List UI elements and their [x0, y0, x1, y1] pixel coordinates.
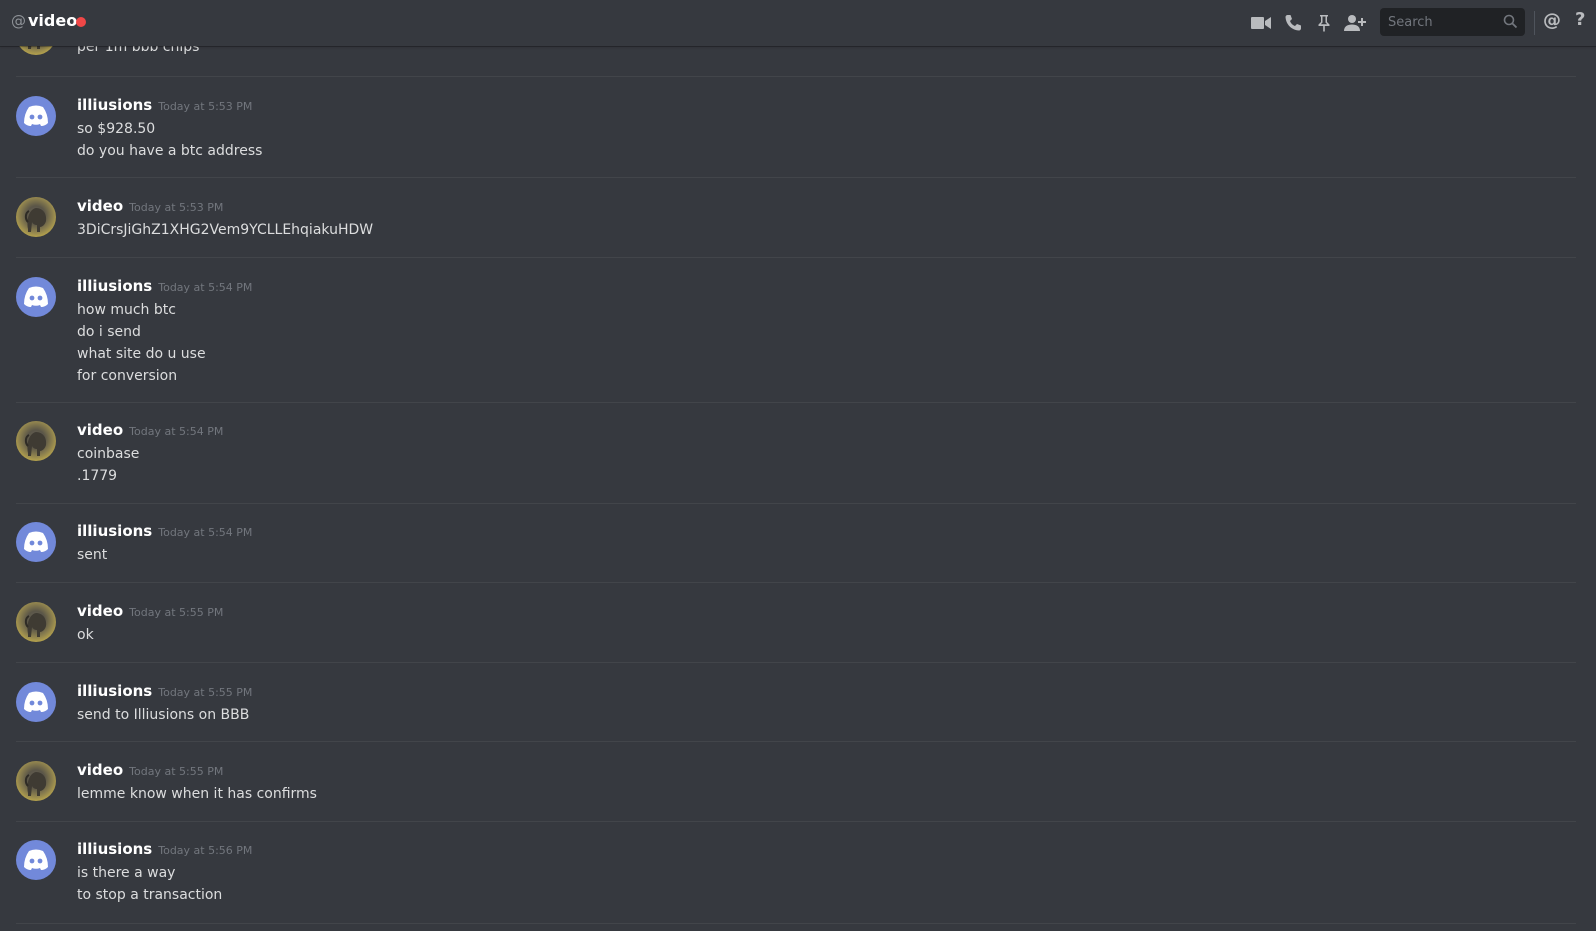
message-group: illiusions Today at 5:54 PM how much btc …: [16, 277, 1576, 403]
help-icon[interactable]: ?: [1575, 9, 1585, 30]
message-timestamp: Today at 5:54 PM: [158, 281, 253, 294]
elephant-avatar[interactable]: [16, 602, 56, 642]
message-line: is there a way: [77, 865, 176, 881]
message-line: what site do u use: [77, 346, 206, 362]
message-group: video Today at 5:53 PM 3DiCrsJiGhZ1XHG2Ve…: [16, 197, 1576, 258]
discord-default-avatar[interactable]: [16, 96, 56, 136]
message-author[interactable]: illiusions Today at 5:56 PM: [77, 840, 252, 858]
header-divider: [1534, 11, 1535, 35]
author-name[interactable]: video: [77, 197, 123, 215]
message-group: video Today at 5:55 PM lemme know when it…: [16, 761, 1576, 822]
message-group: illiusions Today at 5:56 PM is there a wa…: [16, 840, 1576, 924]
message-timestamp: Today at 5:53 PM: [158, 100, 253, 113]
message-group: video Today at 5:54 PM coinbase .1779: [16, 421, 1576, 504]
message-line: send to Illiusions on BBB: [77, 707, 250, 723]
message-line: 3DiCrsJiGhZ1XHG2Vem9YCLLEhqiakuHDW: [77, 222, 374, 238]
message-timestamp: Today at 5:55 PM: [129, 765, 224, 778]
discord-default-avatar[interactable]: [16, 840, 56, 880]
search-icon[interactable]: [1503, 14, 1518, 33]
video-call-icon[interactable]: [1248, 10, 1274, 36]
message-timestamp: Today at 5:54 PM: [158, 526, 253, 539]
message-group: illiusions Today at 5:53 PM so $928.50 do…: [16, 96, 1576, 178]
message-author[interactable]: illiusions Today at 5:54 PM: [77, 522, 252, 540]
author-name[interactable]: illiusions: [77, 277, 152, 295]
add-friend-icon[interactable]: [1342, 10, 1368, 36]
pin-icon[interactable]: [1311, 10, 1337, 36]
message-timestamp: Today at 5:55 PM: [129, 606, 224, 619]
message-author[interactable]: illiusions Today at 5:55 PM: [77, 682, 252, 700]
author-name[interactable]: video: [77, 602, 123, 620]
author-name[interactable]: illiusions: [77, 522, 152, 540]
elephant-avatar[interactable]: [16, 197, 56, 237]
message-line: so $928.50: [77, 121, 156, 137]
message-author[interactable]: video Today at 5:55 PM: [77, 761, 223, 779]
message-line: do i send: [77, 324, 141, 340]
message-group: illiusions Today at 5:54 PM sent: [16, 522, 1576, 583]
message-line: do you have a btc address: [77, 143, 263, 159]
author-name[interactable]: video: [77, 761, 123, 779]
author-name[interactable]: illiusions: [77, 96, 152, 114]
channel-title[interactable]: video: [28, 11, 77, 30]
message-author[interactable]: video Today at 5:55 PM: [77, 602, 223, 620]
message-list: per 1m bbb chips illiusions Today at 5:53…: [0, 0, 1596, 931]
author-name[interactable]: illiusions: [77, 840, 152, 858]
message-timestamp: Today at 5:55 PM: [158, 686, 253, 699]
discord-default-avatar[interactable]: [16, 277, 56, 317]
search-box[interactable]: [1380, 8, 1525, 36]
mentions-icon[interactable]: @: [1543, 10, 1561, 31]
message-timestamp: Today at 5:54 PM: [129, 425, 224, 438]
message-line: coinbase: [77, 446, 140, 462]
message-author[interactable]: illiusions Today at 5:54 PM: [77, 277, 252, 295]
message-author[interactable]: illiusions Today at 5:53 PM: [77, 96, 252, 114]
message-group: illiusions Today at 5:55 PM send to Illiu…: [16, 682, 1576, 742]
elephant-avatar[interactable]: [16, 421, 56, 461]
message-line: lemme know when it has confirms: [77, 786, 317, 802]
message-line: sent: [77, 547, 108, 563]
message-line: how much btc: [77, 302, 176, 318]
message-timestamp: Today at 5:53 PM: [129, 201, 224, 214]
dm-at-icon: @: [11, 12, 26, 30]
message-timestamp: Today at 5:56 PM: [158, 844, 253, 857]
message-line: ok: [77, 627, 94, 643]
message-author[interactable]: video Today at 5:53 PM: [77, 197, 223, 215]
author-name[interactable]: video: [77, 421, 123, 439]
discord-default-avatar[interactable]: [16, 682, 56, 722]
voice-call-icon[interactable]: [1280, 10, 1306, 36]
discord-default-avatar[interactable]: [16, 522, 56, 562]
author-name[interactable]: illiusions: [77, 682, 152, 700]
message-group: video Today at 5:55 PM ok: [16, 602, 1576, 663]
message-line: to stop a transaction: [77, 887, 223, 903]
dnd-status-icon: [76, 17, 86, 27]
search-input[interactable]: [1386, 13, 1500, 31]
message-author[interactable]: video Today at 5:54 PM: [77, 421, 223, 439]
elephant-avatar[interactable]: [16, 761, 56, 801]
channel-header: @ video @ ?: [0, 0, 1596, 46]
message-line: for conversion: [77, 368, 178, 384]
message-line: .1779: [77, 468, 118, 484]
